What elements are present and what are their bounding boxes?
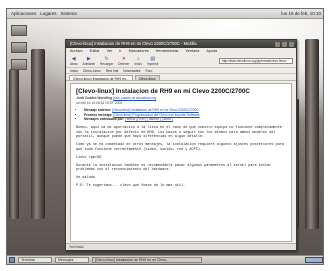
next-message-link[interactable]: [Clevo-linux] Programacion del Clevo con… [113, 113, 199, 117]
home-button[interactable]: ⌂ Inicio [135, 56, 142, 66]
menu-tools[interactable]: Herramientas [156, 48, 179, 54]
computer-icon[interactable] [11, 42, 27, 53]
reload-button[interactable]: ↻ Recargar [100, 56, 113, 66]
top-panel: Aplicaciones Lugares Sistema lun 19 de f… [7, 9, 323, 19]
menu-view[interactable]: Ver [107, 48, 113, 54]
paragraph: Como ya se ha comentado en otros mensaje… [76, 143, 284, 152]
clock[interactable]: lun 19 de feb, 10:10 [281, 11, 321, 16]
bookmark-item[interactable]: Red Hat [106, 68, 118, 73]
paragraph: Un saludo. [76, 176, 98, 181]
sort-links[interactable]: [ fecha ] [ hilo ] [ asunto ] [ autor ] [125, 117, 173, 121]
minimize-icon[interactable] [275, 41, 280, 47]
maximize-icon[interactable] [282, 41, 287, 47]
bookmark-item[interactable]: Novedades [123, 68, 140, 73]
menu-go[interactable]: Ir [119, 48, 121, 54]
stop-button[interactable]: ✕ Detener [118, 56, 129, 66]
paragraph: Linux rpm/9G [76, 155, 102, 160]
wallpaper-column [305, 39, 319, 229]
trash-icon[interactable] [11, 59, 27, 70]
menu-file[interactable]: Archivo [70, 48, 83, 54]
paragraph: Bueno, aqui va mi aportacion a la lista … [76, 125, 282, 140]
wallpaper-column [31, 49, 45, 219]
post-date: lun feb 16 10:08:16 CEST 2004 [76, 100, 123, 105]
system-menu[interactable]: Sistema [61, 11, 77, 16]
tab-strip: [Clevo-linux] Instalacion de RH9 en... C… [66, 74, 296, 81]
menu-help[interactable]: Ayuda [206, 48, 217, 54]
tab-inactive[interactable]: Clevo-linux [134, 75, 160, 80]
page-content: [Clevo-linux] Instalacion de RH9 en mi C… [70, 83, 292, 242]
url-field[interactable]: http://lists.clevolinux.org/pipermail/cl… [219, 57, 293, 64]
applications-menu[interactable]: Aplicaciones [11, 11, 36, 16]
desktop-screenshot: Aplicaciones Lugares Sistema lun 19 de f… [6, 8, 324, 265]
wallpaper-column [9, 69, 19, 219]
back-button[interactable]: ◀ Atrás [70, 56, 77, 66]
bookmark-item[interactable]: Foro [145, 68, 152, 73]
author-name: Jordi Cuadro Wendling [76, 96, 113, 100]
browser-window: [Clevo-linux] Instalacion de RH9 en mi C… [65, 39, 297, 251]
window-titlebar[interactable]: [Clevo-linux] Instalacion de RH9 en mi C… [66, 40, 296, 48]
previous-message-link[interactable]: [Clevo-linux] Instalacion de RH9 en mi C… [112, 108, 199, 112]
window-title: [Clevo-linux] Instalacion de RH9 en mi C… [70, 41, 197, 46]
print-button[interactable]: ▤ Imprimir [147, 56, 159, 66]
navigation-toolbar: ◀ Atrás ▶ Adelante ↻ Recargar ✕ Detener ⌂ Ini… [66, 54, 296, 68]
bookmark-item[interactable]: Inicio [70, 68, 78, 73]
menu-bookmarks[interactable]: Marcadores [129, 48, 149, 54]
menu-window[interactable]: Ventana [185, 48, 199, 54]
taskbar-button[interactable]: Terminal [18, 257, 52, 263]
show-desktop-icon[interactable] [9, 257, 15, 263]
paragraph: Durante la instalacion tambien es recome… [76, 163, 272, 173]
page-title: [Clevo-linux] Instalacion de RH9 en mi C… [76, 88, 250, 95]
places-menu[interactable]: Lugares [40, 11, 56, 16]
menu-edit[interactable]: Editar [90, 48, 100, 54]
bookmark-item[interactable]: Clevo-Linux [83, 68, 101, 73]
paragraph: P.D. Te sugerimos... clevo que fuese de … [76, 183, 186, 188]
workspace-switcher[interactable] [305, 257, 323, 263]
taskbar-button-active[interactable]: [Clevo-linux] Instalacion de RH9 en mi C… [92, 257, 202, 263]
home-folder-icon[interactable] [11, 25, 27, 36]
navigation-links: Mensaje anterior: [Clevo-linux] Instalac… [84, 108, 286, 122]
tab-active[interactable]: [Clevo-linux] Instalacion de RH9 en... [69, 75, 133, 80]
taskbar-button[interactable]: Mensajes [55, 257, 89, 263]
bottom-panel: Terminal Mensajes [Clevo-linux] Instalac… [7, 255, 323, 264]
status-bar: Terminado [66, 243, 296, 250]
forward-button[interactable]: ▶ Adelante [82, 56, 95, 66]
list-item: Mensajes ordenados por: [ fecha ] [ hilo… [84, 117, 286, 122]
author-email-link[interactable]: jordi_cuadro at clevolinux.org [113, 96, 156, 100]
close-icon[interactable] [289, 41, 294, 47]
message-body: Bueno, aqui va mi aportacion a la lista … [76, 126, 286, 189]
